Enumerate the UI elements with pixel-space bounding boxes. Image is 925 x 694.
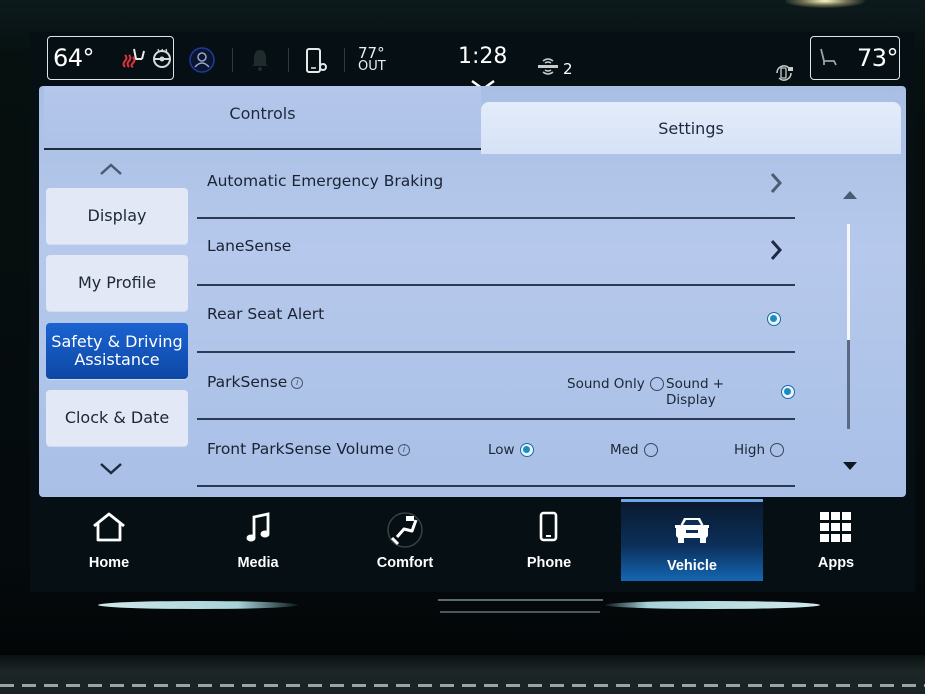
nav-comfort[interactable]: Comfort [334, 499, 476, 581]
dash-trim-line [440, 611, 600, 613]
vehicle-settings-panel: Controls Settings Display My Profile Saf… [39, 86, 906, 497]
setting-label: ParkSense i [207, 373, 304, 391]
nav-label: Phone [526, 555, 572, 571]
music-note-icon [187, 511, 329, 547]
driver-climate-button[interactable]: 64° [47, 36, 174, 80]
phone-icon [478, 511, 620, 547]
dash-trim-right [605, 601, 820, 609]
reclined-seat-icon [334, 511, 476, 548]
radio-button[interactable] [519, 443, 534, 457]
setting-label-text: ParkSense [207, 373, 288, 391]
list-scroll-up-button[interactable] [842, 185, 858, 204]
sidebar-scroll-up-button[interactable] [99, 161, 123, 180]
status-bar: 64° 77° OUT 1:28 2 73° [30, 32, 915, 91]
volume-option-med[interactable]: Med [610, 442, 658, 458]
home-icon [38, 511, 180, 547]
option-label: High [734, 442, 766, 458]
auto-climate-icon[interactable] [772, 62, 796, 84]
nav-home[interactable]: Home [38, 499, 180, 581]
passenger-climate-button[interactable]: 73° [810, 36, 900, 80]
setting-row-automatic-emergency-braking[interactable]: Automatic Emergency Braking [197, 152, 795, 219]
bottom-navigation: Home Media Comfort Phone Vehicle Apps [30, 499, 915, 583]
outside-temperature: 77° OUT [358, 46, 386, 74]
clock[interactable]: 1:28 [458, 44, 507, 69]
nav-label: Vehicle [667, 558, 717, 574]
setting-row-lanesense[interactable]: LaneSense [197, 219, 795, 286]
setting-label: Front ParkSense Volume i [207, 440, 411, 458]
volume-option-low[interactable]: Low [488, 442, 534, 458]
option-label: Sound + Display [666, 376, 725, 408]
option-label: Med [610, 442, 639, 458]
nav-vehicle[interactable]: Vehicle [621, 499, 763, 581]
setting-row-parksense: ParkSense i Sound Only Sound + Display [197, 353, 795, 420]
status-divider [344, 48, 345, 72]
driver-temp: 64° [53, 44, 95, 72]
sidebar-item-my-profile[interactable]: My Profile [46, 255, 188, 311]
nav-label: Media [237, 555, 279, 571]
car-icon [621, 514, 763, 550]
setting-label: Rear Seat Alert [207, 305, 325, 323]
option-label: Low [488, 442, 515, 458]
scrollbar-thumb[interactable] [847, 224, 850, 340]
nav-label: Comfort [376, 555, 434, 571]
parksense-option-sound-only[interactable]: Sound Only [567, 376, 664, 392]
info-icon[interactable]: i [291, 376, 304, 389]
chevron-right-icon[interactable] [769, 172, 783, 198]
sidebar-item-clock-date[interactable]: Clock & Date [46, 390, 188, 446]
status-divider [288, 48, 289, 72]
heated-steering-wheel-icon [152, 48, 172, 68]
sidebar-item-display[interactable]: Display [46, 188, 188, 244]
parksense-option-sound-display[interactable]: Sound + Display [666, 376, 795, 408]
dashboard-leather [0, 655, 925, 694]
radio-button[interactable] [643, 443, 658, 457]
tab-bar: Controls Settings [39, 86, 906, 154]
wireless-signal-icon [535, 56, 561, 76]
notification-bell-icon[interactable] [248, 46, 272, 74]
setting-label-text: Front ParkSense Volume [207, 440, 395, 458]
radio-button[interactable] [781, 385, 795, 399]
phone-settings-icon[interactable] [302, 46, 330, 76]
setting-label: LaneSense [207, 237, 292, 255]
sidebar-item-safety-driving-assistance[interactable]: Safety & Driving Assistance [46, 323, 188, 379]
heated-seat-icon [122, 47, 146, 69]
setting-label: Automatic Emergency Braking [207, 172, 444, 190]
setting-row-front-parksense-volume: Front ParkSense Volume i Low Med High [197, 420, 795, 487]
connected-device-count: 2 [563, 60, 573, 78]
status-divider [232, 48, 233, 72]
chevron-right-icon[interactable] [769, 239, 783, 265]
volume-option-high[interactable]: High [734, 442, 785, 458]
rear-seat-alert-radio[interactable] [767, 312, 781, 326]
radio-button[interactable] [649, 377, 664, 391]
dash-trim-line [438, 599, 603, 601]
list-scroll-down-button[interactable] [842, 456, 858, 475]
nav-phone[interactable]: Phone [478, 499, 620, 581]
passenger-seat-icon [817, 47, 839, 69]
tab-settings[interactable]: Settings [481, 102, 901, 154]
tab-controls[interactable]: Controls [44, 86, 481, 150]
dash-trim-left [98, 601, 298, 609]
nav-media[interactable]: Media [187, 499, 329, 581]
profile-icon[interactable] [188, 46, 216, 74]
leather-stitching [0, 684, 925, 687]
infotainment-screen: 64° 77° OUT 1:28 2 73° Controls Settings… [30, 32, 915, 592]
nav-label: Home [88, 555, 130, 571]
info-icon[interactable]: i [398, 443, 411, 456]
nav-label: Apps [817, 555, 855, 571]
nav-apps[interactable]: Apps [765, 499, 907, 581]
setting-row-rear-seat-alert[interactable]: Rear Seat Alert [197, 286, 795, 353]
apps-grid-icon [765, 511, 907, 547]
option-label: Sound Only [567, 376, 645, 392]
passenger-temp: 73° [857, 44, 899, 72]
outside-temp-label: OUT [358, 59, 386, 74]
sidebar-scroll-down-button[interactable] [99, 461, 123, 480]
radio-button[interactable] [770, 443, 785, 457]
